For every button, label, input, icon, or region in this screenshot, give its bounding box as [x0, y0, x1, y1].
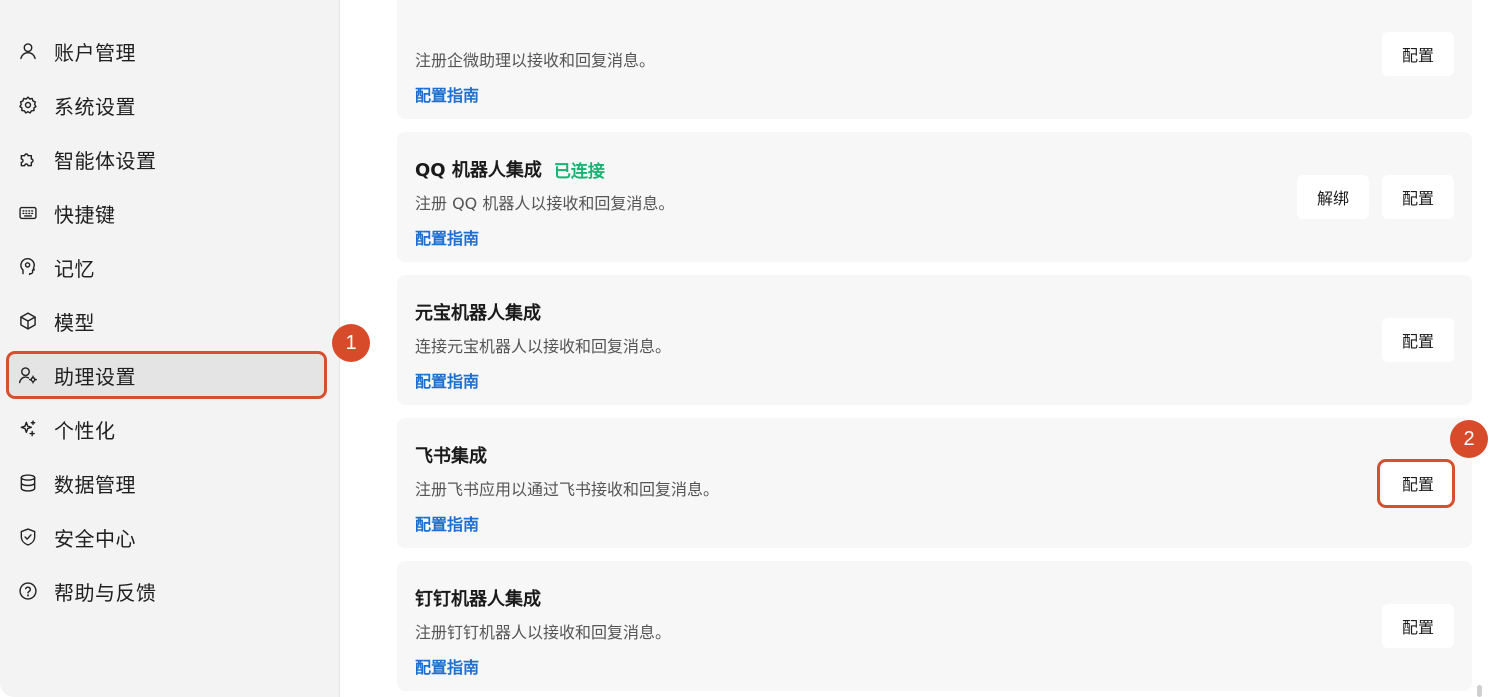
config-guide-link[interactable]: 配置指南: [415, 654, 479, 678]
card-title: 元宝机器人集成: [415, 303, 541, 324]
sidebar-item-models[interactable]: 模型: [8, 299, 324, 343]
config-guide-link[interactable]: 配置指南: [415, 225, 479, 249]
card-description: 连接元宝机器人以接收和回复消息。: [415, 337, 672, 356]
config-guide-link[interactable]: 配置指南: [415, 82, 479, 106]
sidebar-item-label: 快捷键: [54, 202, 116, 227]
card-title: QQ 机器人集成 已连接: [415, 156, 605, 182]
sidebar-item-label: 帮助与反馈: [54, 580, 157, 605]
config-guide-link[interactable]: 配置指南: [415, 368, 479, 392]
config-button[interactable]: 配置: [1382, 461, 1454, 505]
cube-icon: [16, 309, 40, 333]
sidebar-item-label: 数据管理: [54, 472, 136, 497]
config-button[interactable]: 配置: [1382, 318, 1454, 362]
sidebar-item-label: 账户管理: [54, 40, 136, 65]
sparkle-icon: [16, 417, 40, 441]
integration-card-feishu: 飞书集成 注册飞书应用以通过飞书接收和回复消息。 配置指南 配置: [397, 418, 1472, 548]
sidebar-item-personalization[interactable]: 个性化: [8, 407, 324, 451]
sidebar-item-label: 模型: [54, 310, 95, 335]
sidebar-item-help-feedback[interactable]: 帮助与反馈: [8, 569, 324, 613]
card-description: 注册企微助理以接收和回复消息。: [415, 51, 656, 70]
card-description: 注册钉钉机器人以接收和回复消息。: [415, 623, 672, 642]
sidebar-item-memory[interactable]: 记忆: [8, 245, 324, 289]
sidebar-item-account[interactable]: 账户管理: [8, 29, 324, 73]
card-description: 注册 QQ 机器人以接收和回复消息。: [415, 194, 675, 213]
sidebar-item-label: 个性化: [54, 418, 116, 443]
card-description: 注册飞书应用以通过飞书接收和回复消息。: [415, 480, 720, 499]
unbind-button[interactable]: 解绑: [1297, 175, 1369, 219]
status-badge: 已连接: [553, 161, 605, 182]
annotation-badge-2: 2: [1450, 420, 1488, 458]
sidebar-item-label: 智能体设置: [54, 148, 157, 173]
integration-card-yuanbao: 元宝机器人集成 连接元宝机器人以接收和回复消息。 配置指南 配置: [397, 275, 1472, 405]
card-title: 钉钉机器人集成: [415, 589, 541, 610]
integration-card-dingtalk: 钉钉机器人集成 注册钉钉机器人以接收和回复消息。 配置指南 配置: [397, 561, 1472, 691]
brain-icon: [16, 255, 40, 279]
card-title: 飞书集成: [415, 446, 487, 467]
sidebar-item-system-settings[interactable]: 系统设置: [8, 83, 324, 127]
gear-icon: [16, 93, 40, 117]
user-gear-icon: [16, 363, 40, 387]
main-content: 注册企微助理以接收和回复消息。 配置指南 配置 QQ 机器人集成 已连接 注册 …: [340, 0, 1496, 697]
sidebar-item-label: 安全中心: [54, 526, 136, 551]
sidebar-item-data-management[interactable]: 数据管理: [8, 461, 324, 505]
database-icon: [16, 471, 40, 495]
sidebar-item-label: 助理设置: [54, 364, 136, 389]
user-icon: [16, 39, 40, 63]
config-guide-link[interactable]: 配置指南: [415, 511, 479, 535]
config-button[interactable]: 配置: [1382, 604, 1454, 648]
sidebar-item-assistant-settings[interactable]: 助理设置: [8, 353, 324, 397]
settings-sidebar: 账户管理 系统设置 智能体设置 快捷键 记忆 模型 助理设置 个性化 数据管理 …: [0, 0, 340, 697]
shield-check-icon: [16, 525, 40, 549]
sidebar-item-shortcuts[interactable]: 快捷键: [8, 191, 324, 235]
sidebar-item-security-center[interactable]: 安全中心: [8, 515, 324, 559]
scrollbar-thumb[interactable]: [1477, 685, 1482, 697]
sidebar-item-label: 系统设置: [54, 94, 136, 119]
integration-card-wecom: 注册企微助理以接收和回复消息。 配置指南 配置: [397, 0, 1472, 119]
sidebar-item-label: 记忆: [54, 256, 95, 281]
puzzle-icon: [16, 147, 40, 171]
help-circle-icon: [16, 579, 40, 603]
sidebar-item-agent-settings[interactable]: 智能体设置: [8, 137, 324, 181]
config-button[interactable]: 配置: [1382, 32, 1454, 76]
keyboard-icon: [16, 201, 40, 225]
config-button[interactable]: 配置: [1382, 175, 1454, 219]
integration-card-qq: QQ 机器人集成 已连接 注册 QQ 机器人以接收和回复消息。 配置指南 解绑 …: [397, 132, 1472, 262]
